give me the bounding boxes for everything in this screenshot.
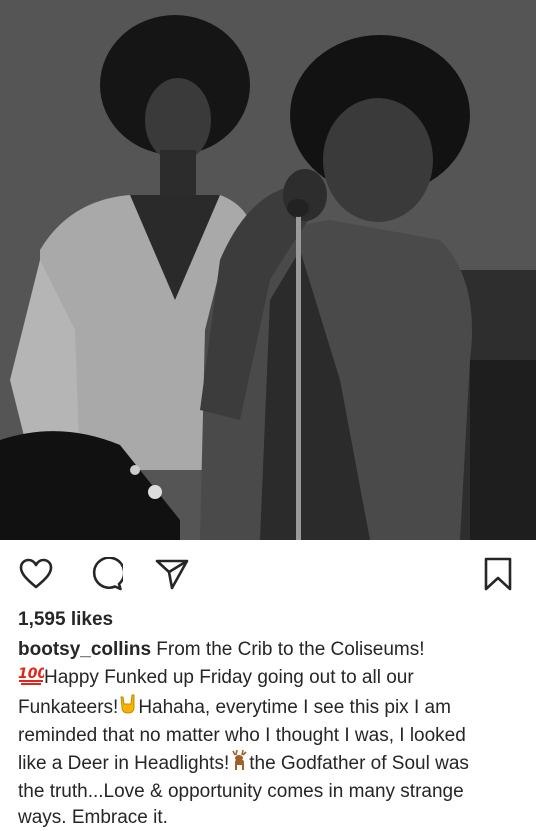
caption-line-2: 100Happy Funked up Friday going out to a… — [18, 663, 523, 693]
caption-text: like a Deer in Headlights! — [18, 753, 230, 774]
bookmark-icon[interactable] — [478, 554, 518, 594]
caption-line-6: the truth...Love & opportunity comes in … — [18, 779, 523, 805]
paper-plane-icon[interactable] — [152, 554, 192, 594]
post-photo[interactable] — [0, 0, 536, 540]
caption-text: Happy Funked up Friday going out to all … — [44, 667, 414, 688]
caption-text: ways. Embrace it. — [18, 807, 168, 828]
caption-line-3: Funkateers! Hahaha, everytime I see this … — [18, 693, 523, 723]
caption-text: From the Crib to the Coliseums! — [151, 639, 425, 660]
caption-text: the truth...Love & opportunity comes in … — [18, 781, 464, 802]
likes-count[interactable]: 1,595 likes — [18, 609, 113, 631]
caption-line-5: like a Deer in Headlights! the Godfather … — [18, 749, 523, 779]
comment-icon[interactable] — [86, 554, 126, 594]
caption-line-4: reminded that no matter who I thought I … — [18, 723, 523, 749]
caption-text: reminded that no matter who I thought I … — [18, 725, 466, 746]
deer-emoji — [229, 749, 249, 779]
caption-text: Funkateers! — [18, 697, 119, 718]
sign-of-horns-emoji — [118, 693, 138, 723]
post-action-bar — [0, 540, 536, 608]
svg-text:100: 100 — [18, 666, 44, 682]
caption-line-7: ways. Embrace it. — [18, 805, 523, 831]
post-image-art — [0, 0, 536, 540]
username-link[interactable]: bootsy_collins — [18, 639, 151, 660]
caption-line-1: bootsy_collins From the Crib to the Coli… — [18, 637, 523, 663]
caption-text: Hahaha, everytime I see this pix I am — [138, 697, 451, 718]
hundred-points-emoji: 100 — [18, 663, 47, 693]
heart-icon[interactable] — [16, 554, 56, 594]
post-caption: bootsy_collins From the Crib to the Coli… — [18, 637, 523, 831]
caption-text: the Godfather of Soul was — [249, 753, 469, 774]
